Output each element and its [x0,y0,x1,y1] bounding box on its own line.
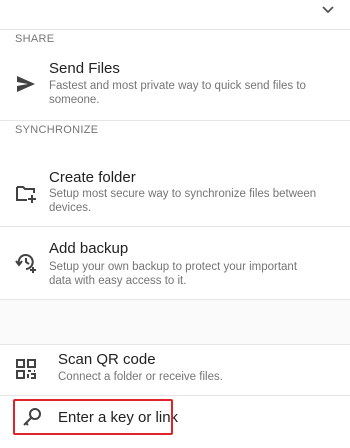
section-header-synchronize: SYNCHRONIZE [0,121,350,141]
create-folder-desc: Setup most secure way to synchronize fil… [49,188,317,214]
scan-qr-title: Scan QR code [58,351,156,368]
send-files-item[interactable]: Send Files Fastest and most private way … [0,50,350,120]
section-header-share: SHARE [0,30,350,50]
send-files-desc: Fastest and most private way to quick se… [49,80,306,106]
scan-qr-desc: Connect a folder or receive files. [58,371,223,383]
add-backup-desc: Setup your own backup to protect your im… [49,261,298,287]
section-label-synchronize: SYNCHRONIZE [15,124,99,136]
enter-key-highlight [13,399,173,435]
add-backup-item[interactable]: Add backup Setup your own backup to prot… [0,227,350,299]
section-label-share: SHARE [15,33,55,45]
create-folder-item[interactable]: Create folder Setup most secure way to s… [0,141,350,226]
create-folder-icon [16,186,36,203]
sheet-top-bar [0,0,350,29]
send-files-title: Send Files [49,60,120,77]
chevron-down-icon[interactable] [320,3,336,17]
qr-code-icon [16,359,36,379]
create-folder-title: Create folder [49,169,136,186]
add-backup-title: Add backup [49,240,129,257]
scan-qr-item[interactable]: Scan QR code Connect a folder or receive… [0,345,350,395]
divider [0,395,350,396]
backup-icon [15,254,36,273]
section-spacer [0,300,350,344]
send-icon [17,76,35,92]
